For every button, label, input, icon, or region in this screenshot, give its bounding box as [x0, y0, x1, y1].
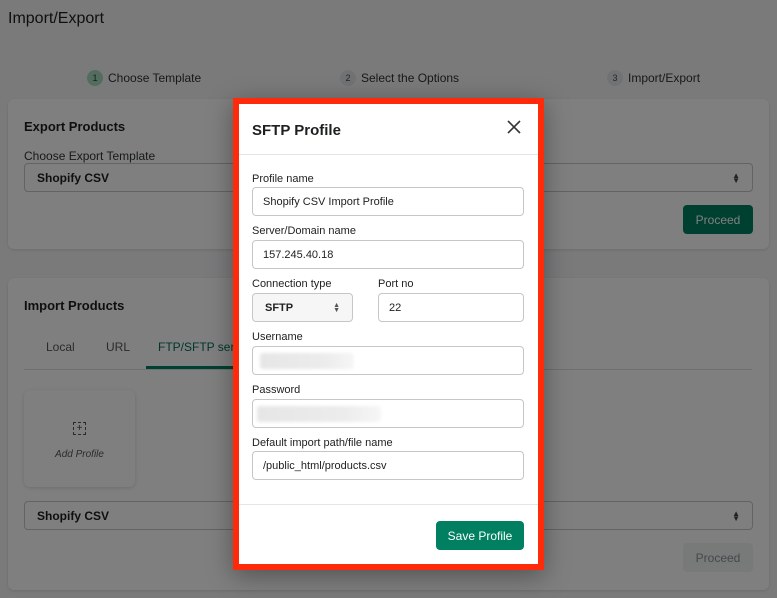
modal-footer-divider: [239, 504, 538, 505]
close-button[interactable]: [504, 117, 524, 137]
select-arrows-icon: ▲▼: [333, 301, 340, 314]
profile-name-label: Profile name: [252, 173, 314, 185]
port-input[interactable]: [378, 293, 524, 322]
import-path-label: Default import path/file name: [252, 437, 393, 449]
server-input[interactable]: [252, 240, 524, 269]
connection-type-select[interactable]: SFTP ▲ ▼: [252, 293, 353, 322]
username-input[interactable]: [252, 346, 524, 375]
connection-type-value: SFTP: [265, 301, 294, 314]
redacted-value: [257, 406, 381, 422]
redacted-value: [260, 353, 354, 369]
server-label: Server/Domain name: [252, 225, 356, 237]
import-path-input[interactable]: [252, 451, 524, 480]
save-profile-button[interactable]: Save Profile: [436, 521, 524, 550]
password-input[interactable]: [252, 399, 524, 428]
port-label: Port no: [378, 278, 414, 290]
sftp-profile-modal: SFTP Profile Profile name Server/Domain …: [233, 98, 544, 570]
modal-header: SFTP Profile: [239, 104, 538, 155]
connection-type-label: Connection type: [252, 278, 332, 290]
modal-title: SFTP Profile: [252, 122, 341, 139]
close-icon: [507, 120, 521, 134]
password-label: Password: [252, 384, 301, 396]
profile-name-input[interactable]: [252, 187, 524, 216]
username-label: Username: [252, 331, 303, 343]
